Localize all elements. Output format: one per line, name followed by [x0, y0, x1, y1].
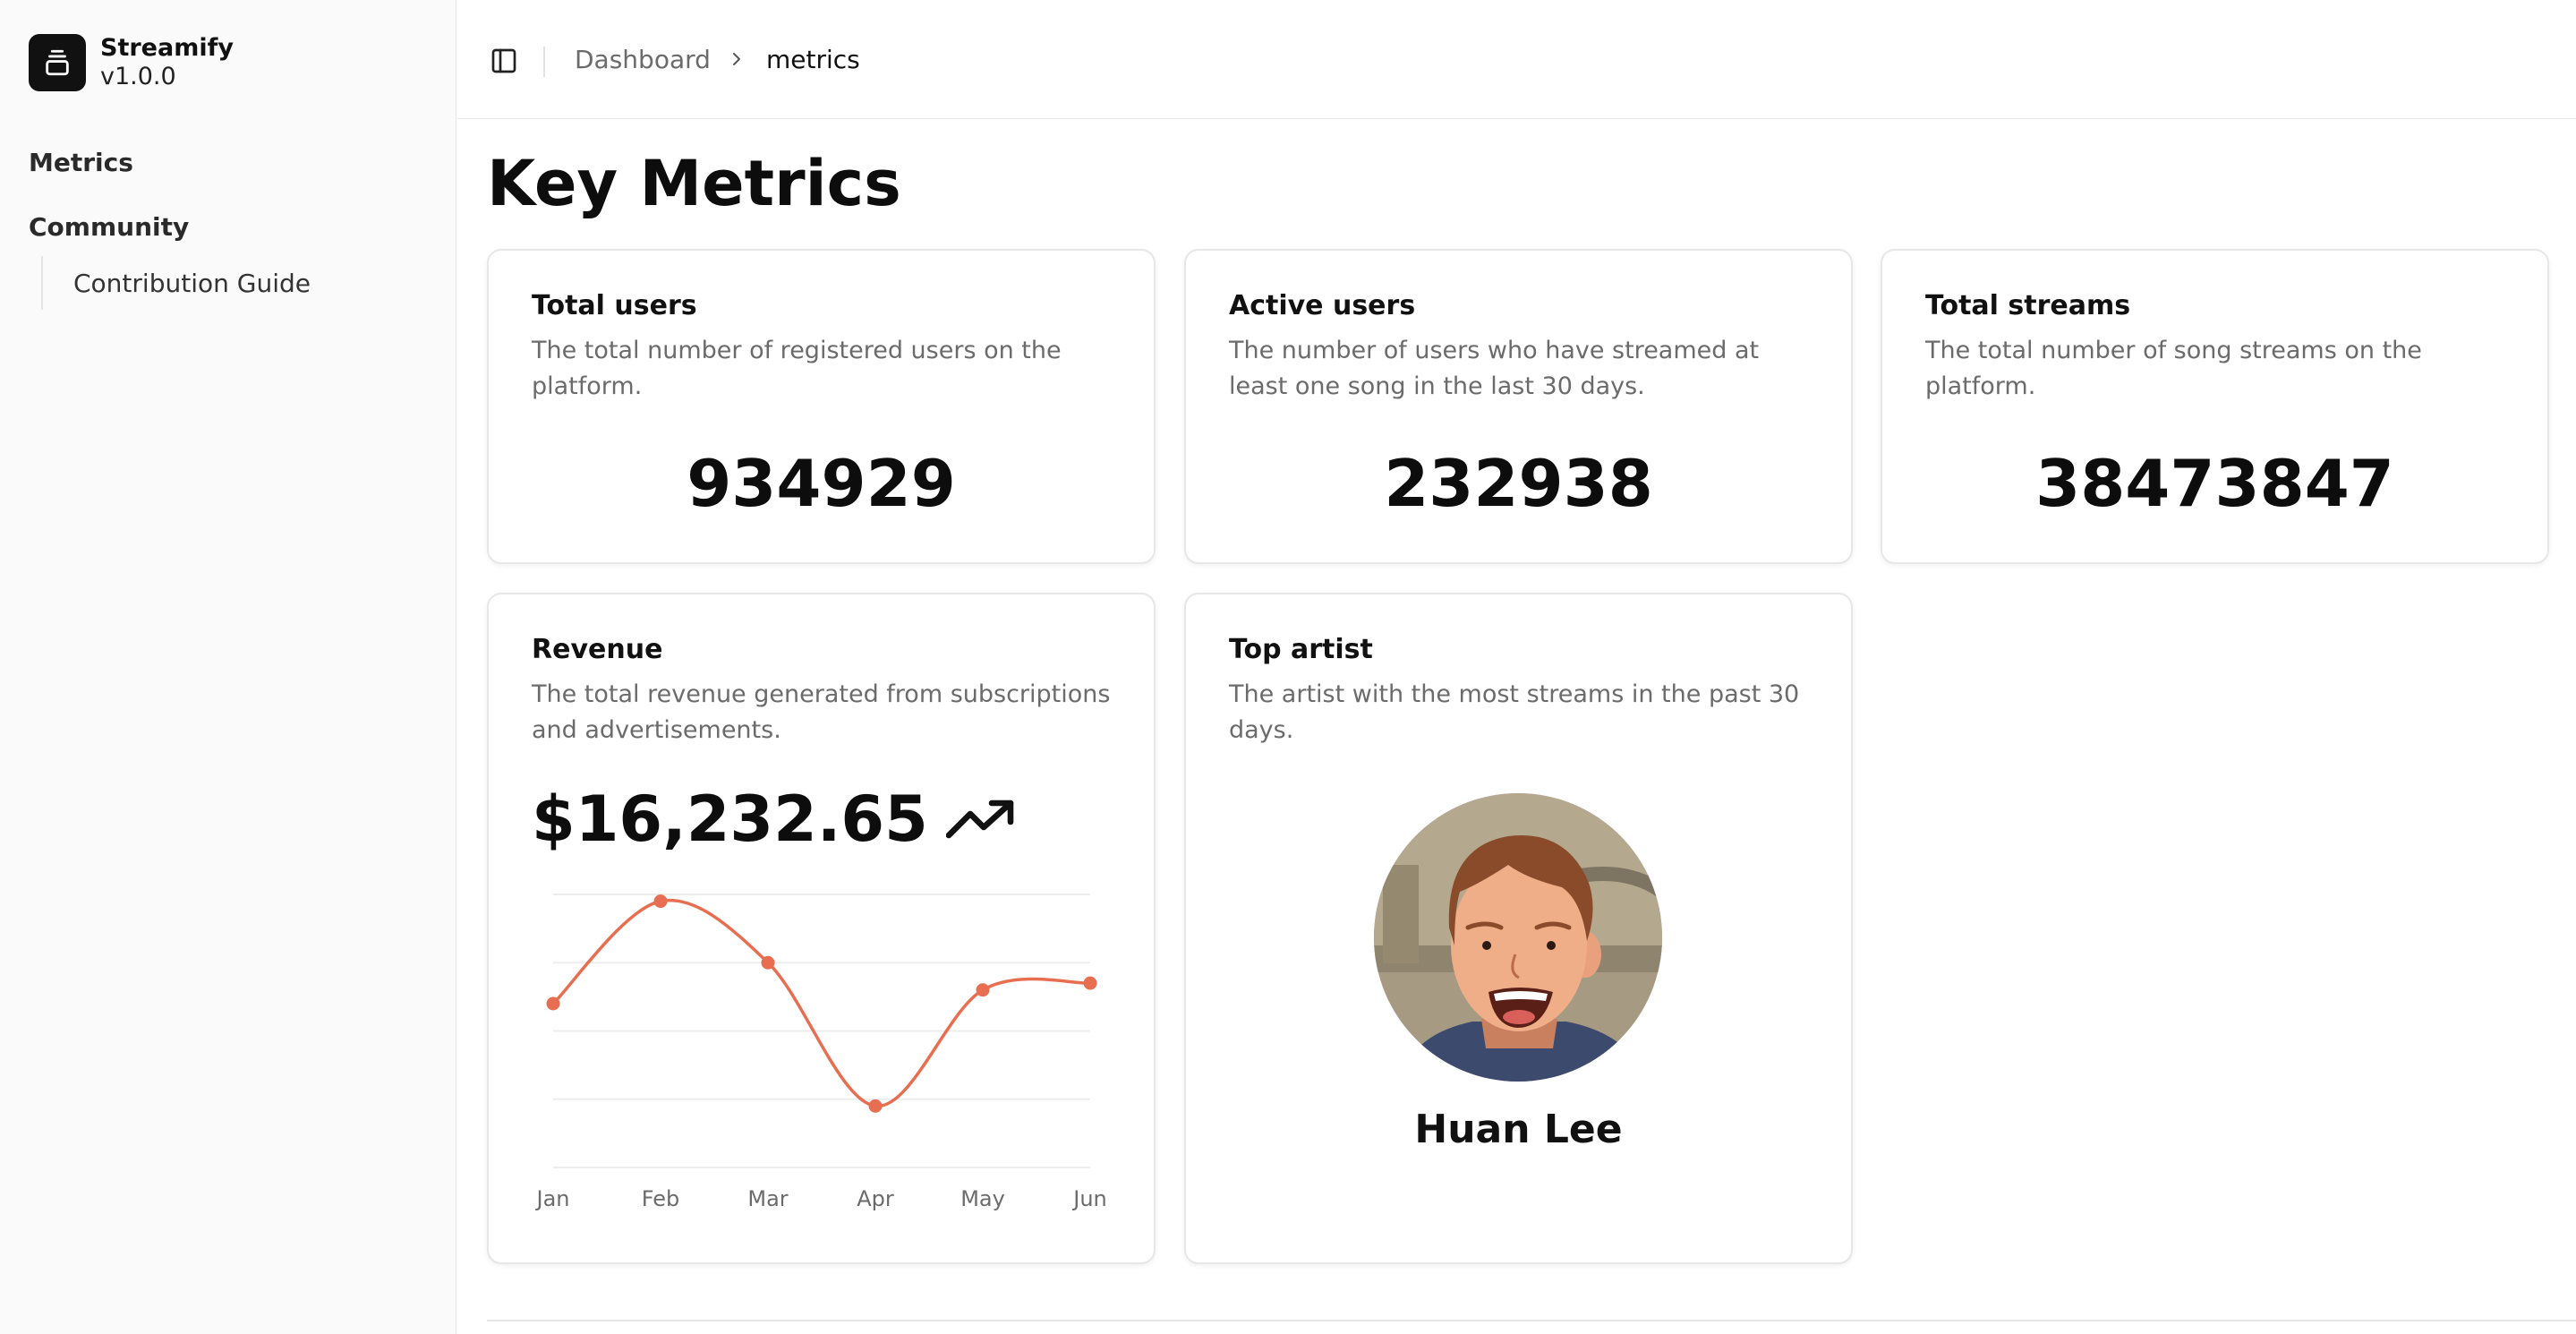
x-tick-label: May — [960, 1186, 1005, 1211]
sidebar-item-label: Contribution Guide — [73, 268, 311, 298]
footer-divider — [487, 1320, 2576, 1321]
app-root: Streamify v1.0.0 Metrics Community Contr… — [0, 0, 2576, 1334]
sidebar-item-community[interactable]: Community — [29, 212, 189, 242]
card-active-users: Active users The number of users who hav… — [1184, 249, 1853, 564]
page-title: Key Metrics — [487, 147, 901, 220]
metric-value: 38473847 — [2035, 446, 2394, 521]
card-title: Total users — [532, 290, 697, 321]
card-description: The number of users who have streamed at… — [1229, 337, 1760, 400]
app-name: Streamify — [100, 34, 234, 62]
metric-value: 232938 — [1384, 446, 1653, 521]
breadcrumb-current: metrics — [766, 45, 860, 74]
metric-value: 934929 — [687, 446, 956, 521]
x-tick-label: Jan — [535, 1186, 570, 1211]
data-point-may[interactable] — [976, 983, 990, 997]
card-title: Active users — [1229, 290, 1416, 321]
x-tick-label: Feb — [642, 1186, 680, 1211]
header-divider — [543, 47, 545, 77]
artist-avatar — [1374, 793, 1662, 1082]
card-description: The total number of song streams on the … — [1925, 337, 2422, 400]
sidebar: Streamify v1.0.0 Metrics Community Contr… — [0, 0, 456, 1334]
brand[interactable]: Streamify v1.0.0 — [29, 34, 234, 91]
data-point-feb[interactable] — [653, 894, 668, 909]
card-title: Total streams — [1925, 290, 2131, 321]
card-description: The artist with the most streams in the … — [1229, 680, 1800, 744]
card-top-artist: Top artist The artist with the most stre… — [1184, 593, 1853, 1264]
data-point-jun[interactable] — [1083, 976, 1097, 990]
brand-logo-icon — [29, 34, 86, 91]
sidebar-item-metrics[interactable]: Metrics — [29, 148, 133, 177]
brand-text: Streamify v1.0.0 — [100, 34, 234, 91]
data-point-jan[interactable] — [546, 996, 560, 1011]
revenue-line-chart: Jan Feb Mar Apr May Jun — [535, 894, 1107, 1211]
x-tick-label: Mar — [747, 1186, 788, 1211]
data-point-apr[interactable] — [868, 1099, 883, 1113]
sidebar-item-contribution-guide[interactable]: Contribution Guide — [41, 256, 311, 310]
data-point-mar[interactable] — [761, 955, 775, 970]
artist-name: Huan Lee — [1414, 1107, 1623, 1152]
card-revenue: Revenue The total revenue generated from… — [487, 593, 1156, 1264]
x-tick-label: Jun — [1071, 1186, 1107, 1211]
sidebar-toggle-icon[interactable] — [490, 47, 518, 75]
app-version: v1.0.0 — [100, 63, 176, 90]
card-description: The total number of registered users on … — [532, 337, 1062, 400]
chevron-right-icon — [726, 48, 747, 70]
top-header: Dashboard metrics — [457, 0, 2576, 119]
x-tick-label: Apr — [857, 1186, 894, 1211]
card-title: Top artist — [1229, 634, 1373, 665]
revenue-series-line — [551, 898, 1091, 1108]
breadcrumb-dashboard[interactable]: Dashboard — [575, 45, 711, 74]
card-total-users: Total users The total number of register… — [487, 249, 1156, 564]
card-total-streams: Total streams The total number of song s… — [1881, 249, 2549, 564]
